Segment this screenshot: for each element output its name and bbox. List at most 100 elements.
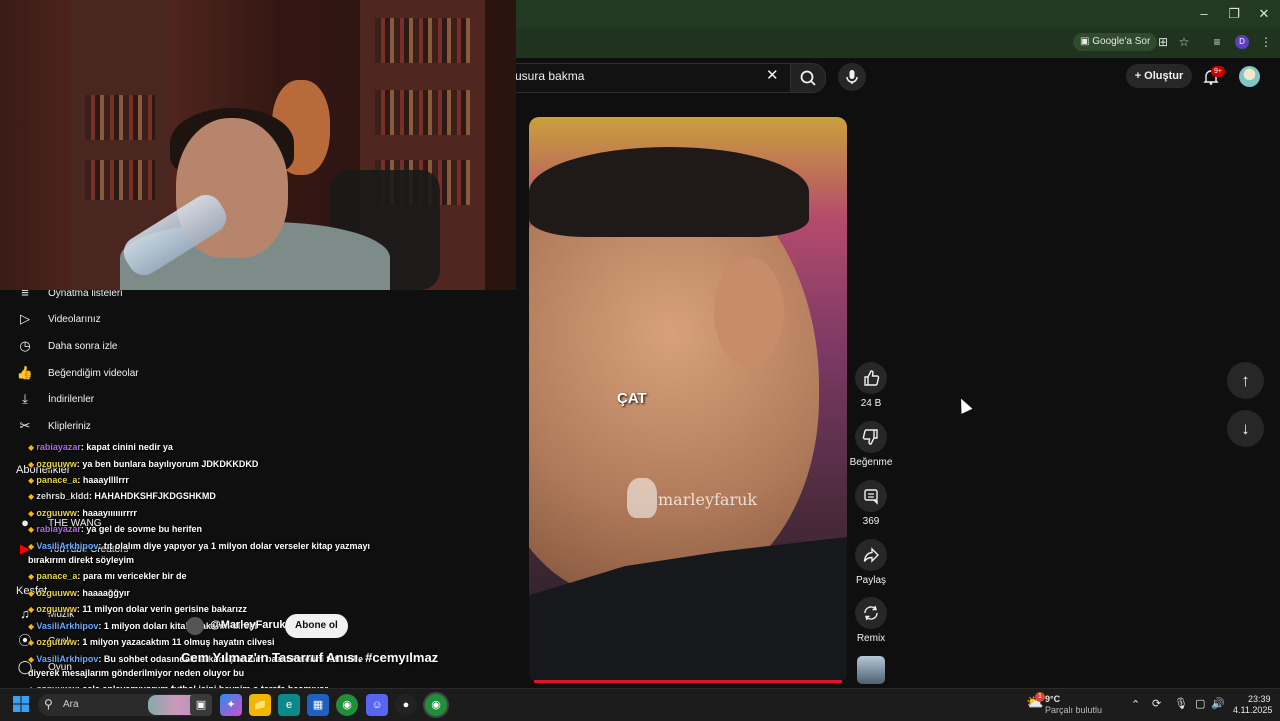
chat-text: bırakırım direkt söyleyim	[28, 555, 135, 565]
share-button[interactable]	[855, 539, 887, 571]
chat-message: ◆ ozguuww: haaaağğyır	[28, 588, 130, 598]
thumbs-up-icon: 👍	[16, 365, 34, 380]
weather-temp: 9°C	[1045, 694, 1061, 704]
browser-menu-icon[interactable]: ⋮	[1258, 34, 1274, 50]
chat-text: : ya gel de sovme bu herifen	[80, 524, 202, 534]
chat-username: panace_a	[36, 475, 78, 485]
create-button[interactable]: + Oluştur	[1126, 64, 1192, 88]
chat-username: ozguuww	[36, 588, 77, 598]
tray-chevron-icon[interactable]: ⌃	[1131, 698, 1140, 711]
close-window-icon[interactable]: ✕	[1250, 4, 1278, 24]
discord-icon[interactable]: ☺	[366, 694, 388, 716]
arrow-up-icon: ↑	[1241, 371, 1250, 390]
dislike-button[interactable]	[855, 421, 887, 453]
microphone-tray-icon[interactable]: 🎙	[1174, 697, 1188, 710]
microphone-icon	[846, 70, 858, 84]
video-title[interactable]: Cem Yılmaz'ın Tasarruf Anısı. #cemyılmaz	[181, 650, 438, 665]
subscribe-button[interactable]: Abone ol	[285, 614, 348, 638]
video-progress-bar[interactable]	[534, 680, 842, 683]
chat-text: : kapat cinini nedir ya	[80, 442, 173, 452]
chrome-icon[interactable]: ◉	[336, 694, 358, 716]
mouse-cursor-icon	[955, 396, 973, 414]
remix-label: Remix	[856, 633, 886, 644]
obs-icon[interactable]: ●	[395, 694, 417, 716]
chat-username: panace_a	[36, 571, 78, 581]
remix-icon	[864, 605, 878, 621]
search-button[interactable]	[790, 63, 826, 93]
install-app-icon[interactable]: ⊞	[1155, 34, 1171, 50]
speaker-icon[interactable]: 🔊	[1211, 697, 1225, 710]
comments-button[interactable]	[855, 480, 887, 512]
sync-icon[interactable]: ⟳	[1152, 697, 1161, 710]
sidebar-item-your-videos[interactable]: ▷ Videolarınız	[16, 309, 101, 329]
share-arrow-icon	[863, 547, 879, 563]
remix-button[interactable]	[855, 597, 887, 629]
chat-text: : tıt olalım diye yapıyor ya 1 milyon do…	[98, 541, 371, 551]
task-view-icon[interactable]: ▣	[190, 694, 212, 716]
chat-message: ◆ zehrsb_kldd: HAHAHDKSHFJKDGSHKMD	[28, 491, 216, 501]
channel-name[interactable]: @MarleyFaruk	[210, 619, 286, 631]
google-sor-label: Google'a Sor	[1092, 36, 1151, 47]
chat-message: ◆ panace_a: haaayllllrrr	[28, 475, 129, 485]
restore-icon[interactable]: ❐	[1220, 4, 1248, 24]
search-icon: ⚲	[44, 697, 53, 711]
create-label: Oluştur	[1144, 70, 1184, 82]
webcam-overlay	[0, 0, 516, 290]
sidebar-item-watch-later[interactable]: ◷ Daha sonra izle	[16, 336, 117, 356]
chat-message: ◆ VasiliArkhipov: tıt olalım diye yapıyo…	[28, 541, 370, 551]
sound-thumbnail[interactable]	[857, 656, 885, 684]
chat-text: : haaayıııııırrrr	[76, 508, 137, 518]
browser-profile-avatar[interactable]: D	[1235, 35, 1249, 49]
chat-username: zehrsb_kldd	[36, 491, 89, 501]
chat-username: ozguuww	[36, 508, 77, 518]
like-count: 24 B	[860, 398, 882, 409]
taskbar-search-placeholder: Ara	[63, 699, 79, 710]
file-explorer-icon[interactable]: 📁	[249, 694, 271, 716]
google-sor-button[interactable]: ▣ Google'a Sor	[1073, 33, 1158, 51]
sidebar-item-liked-videos[interactable]: 👍 Beğendiğim videolar	[16, 363, 139, 383]
next-short-button[interactable]: ↓	[1227, 410, 1264, 447]
chat-username: VasiliArkhipov	[36, 621, 99, 631]
voice-search-button[interactable]	[838, 63, 866, 91]
bookmark-star-icon[interactable]: ☆	[1176, 34, 1192, 50]
clock-date[interactable]: 4.11.2025	[1233, 705, 1272, 715]
like-button[interactable]	[855, 362, 887, 394]
weather-alert-badge: 1	[1035, 692, 1045, 702]
sidebar-item-clips[interactable]: ✂ Klipleriniz	[16, 416, 91, 436]
copilot-icon[interactable]: ✦	[220, 694, 242, 716]
edge-browser-icon[interactable]: e	[278, 694, 300, 716]
notification-count-badge: 9+	[1211, 66, 1225, 77]
chat-message: ◆ rabiayazar: kapat cinini nedir ya	[28, 442, 173, 452]
channel-avatar[interactable]	[186, 617, 204, 635]
sidebar-item-label: Videolarınız	[48, 313, 101, 325]
chrome-profile-icon[interactable]: ◉	[425, 694, 447, 716]
chat-text: : 11 milyon dolar verin gerisine bakarız…	[76, 604, 247, 614]
sidebar-item-downloads[interactable]: ⤓ İndirilenler	[16, 389, 94, 409]
lens-icon: ▣	[1080, 36, 1093, 47]
thumbs-down-icon	[862, 429, 878, 445]
clock-time[interactable]: 23:39	[1248, 694, 1271, 704]
reading-list-icon[interactable]: ≡	[1209, 34, 1225, 50]
account-avatar[interactable]	[1239, 66, 1260, 87]
chat-message: ◆ ozguuww: haaayıııııırrrr	[28, 508, 137, 518]
chat-message: ◆ ozguuww: 1 milyon yazacaktım 11 olmuş …	[28, 637, 274, 647]
sidebar-item-label: Beğendiğim videolar	[48, 367, 139, 379]
chat-text: : 1 milyon yazacaktım 11 olmuş hayatın c…	[76, 637, 275, 647]
chat-text: : para mı vericekler bir de	[77, 571, 187, 581]
store-icon[interactable]: ▦	[307, 694, 329, 716]
short-video-player[interactable]	[529, 117, 847, 683]
windows-start-icon[interactable]	[12, 695, 30, 713]
display-icon[interactable]: ▢	[1195, 697, 1205, 710]
chat-text: : HAHAHDKSHFJKDGSHKMD	[88, 491, 216, 501]
previous-short-button[interactable]: ↑	[1227, 362, 1264, 399]
clear-search-icon[interactable]: ✕	[766, 66, 779, 84]
plus-icon: +	[1134, 70, 1145, 82]
share-label: Paylaş	[855, 575, 886, 586]
chat-username: rabiayazar	[36, 524, 81, 534]
video-icon: ▷	[20, 311, 30, 326]
sidebar-item-label: İndirilenler	[48, 393, 95, 405]
minimize-icon[interactable]: –	[1190, 4, 1218, 24]
search-input[interactable]: usura bakma	[515, 69, 584, 83]
chat-message: ◆ ozguuww: ya ben bunlara bayılıyorum JD…	[28, 459, 258, 469]
chat-username: rabiayazar	[36, 442, 81, 452]
